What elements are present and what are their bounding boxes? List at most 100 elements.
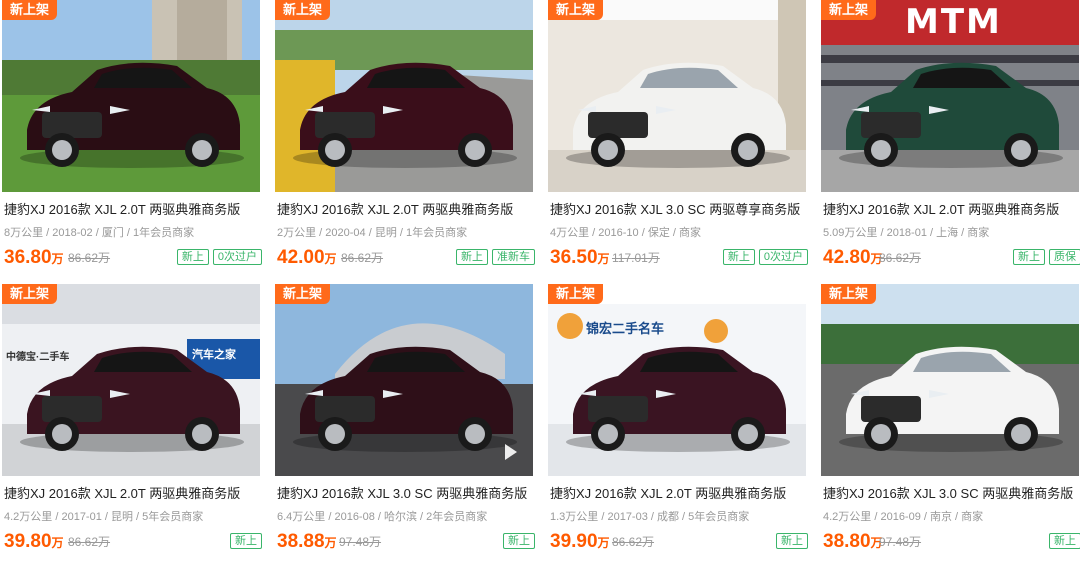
listing-card[interactable]: 新上架捷豹XJ 2016款 XJL 3.0 SC 两驱尊享商务版 4万公里 / 2… xyxy=(548,0,808,280)
new-listing-tag: 新上架 xyxy=(2,0,58,20)
listing-title[interactable]: 捷豹XJ 2016款 XJL 2.0T 两驱典雅商务版 xyxy=(823,201,1079,219)
listing-card[interactable]: 锦宏二手名车 新上架捷豹XJ 2016款 XJL 2.0T 两驱典雅商务版 1.3万… xyxy=(548,284,808,564)
price-row: 39.80万 86.62万 新上 xyxy=(4,530,262,554)
original-price: 97.48万 xyxy=(339,535,382,549)
car-photo[interactable] xyxy=(548,284,806,476)
video-play-icon[interactable] xyxy=(505,444,517,460)
listing-card[interactable]: 新上架捷豹XJ 2016款 XJL 3.0 SC 两驱典雅商务版 6.4万公里 /… xyxy=(275,284,535,564)
listing-badge: 新上 xyxy=(230,533,262,549)
new-listing-tag: 新上架 xyxy=(275,284,331,304)
listing-title[interactable]: 捷豹XJ 2016款 XJL 2.0T 两驱典雅商务版 xyxy=(4,201,260,219)
price-unit: 万 xyxy=(324,536,337,550)
new-listing-tag: 新上架 xyxy=(548,284,604,304)
new-listing-tag: 新上架 xyxy=(821,0,877,20)
listing-photo[interactable]: MTM 新上架 xyxy=(821,0,1079,192)
listing-price: 42.80万 xyxy=(823,246,883,271)
car-photo[interactable] xyxy=(2,0,260,192)
badge-group: 新上 xyxy=(776,533,808,549)
listing-meta: 4.2万公里 / 2017-01 / 昆明 / 5年会员商家 xyxy=(4,511,204,523)
listing-meta: 4万公里 / 2016-10 / 保定 / 商家 xyxy=(550,227,701,239)
listing-badge: 质保 xyxy=(1049,249,1080,265)
car-photo[interactable] xyxy=(821,284,1079,476)
listing-badge: 准新车 xyxy=(492,249,535,265)
price-row: 42.80万 86.62万 新上 质保 xyxy=(823,246,1080,270)
price-value: 36.50 xyxy=(550,247,598,268)
listing-title[interactable]: 捷豹XJ 2016款 XJL 2.0T 两驱典雅商务版 xyxy=(550,485,806,503)
listing-photo[interactable]: 锦宏二手名车 新上架 xyxy=(548,284,806,476)
listing-meta: 2万公里 / 2020-04 / 昆明 / 1年会员商家 xyxy=(277,227,468,239)
price-unit: 万 xyxy=(597,252,610,266)
listing-title[interactable]: 捷豹XJ 2016款 XJL 2.0T 两驱典雅商务版 xyxy=(4,485,260,503)
listing-photo[interactable]: 新上架 xyxy=(275,284,533,476)
listing-badge: 新上 xyxy=(456,249,488,265)
price-row: 36.50万 117.01万 新上 0次过户 xyxy=(550,246,808,270)
car-photo[interactable] xyxy=(548,0,806,192)
listing-badge: 新上 xyxy=(1049,533,1080,549)
price-value: 42.80 xyxy=(823,247,871,268)
listing-badge: 0次过户 xyxy=(212,249,262,265)
listing-badge: 新上 xyxy=(503,533,535,549)
badge-group: 新上 0次过户 xyxy=(176,249,262,265)
listing-badge: 0次过户 xyxy=(758,249,808,265)
dealer-wall-text: 锦宏二手名车 xyxy=(586,321,665,336)
price-row: 39.90万 86.62万 新上 xyxy=(550,530,808,554)
price-unit: 万 xyxy=(51,536,64,550)
badge-group: 新上 xyxy=(503,533,535,549)
listing-photo[interactable]: 新上架 xyxy=(275,0,533,192)
listing-meta: 8万公里 / 2018-02 / 厦门 / 1年会员商家 xyxy=(4,227,195,239)
badge-group: 新上 准新车 xyxy=(456,249,535,265)
new-listing-tag: 新上架 xyxy=(821,284,877,304)
price-value: 39.90 xyxy=(550,531,598,552)
listing-title[interactable]: 捷豹XJ 2016款 XJL 3.0 SC 两驱尊享商务版 xyxy=(550,201,806,219)
badge-group: 新上 xyxy=(1049,533,1080,549)
listing-price: 36.50万 xyxy=(550,246,610,271)
price-value: 39.80 xyxy=(4,531,52,552)
listing-meta: 5.09万公里 / 2018-01 / 上海 / 商家 xyxy=(823,227,990,239)
listing-price: 39.80万 xyxy=(4,530,64,555)
listing-badge: 新上 xyxy=(776,533,808,549)
original-price: 86.62万 xyxy=(68,251,111,265)
listing-price: 38.80万 xyxy=(823,530,883,555)
listing-card[interactable]: MTM 新上架捷豹XJ 2016款 XJL 2.0T 两驱典雅商务版 5.09万公里… xyxy=(821,0,1080,280)
original-price: 86.62万 xyxy=(879,251,922,265)
listing-photo[interactable]: 新上架 xyxy=(2,0,260,192)
car-photo[interactable] xyxy=(2,284,260,476)
price-value: 36.80 xyxy=(4,247,52,268)
listing-card[interactable]: 中德宝·二手车 汽车之家 新上架捷豹XJ 2016款 XJL 2.0T 两驱典雅商务… xyxy=(2,284,262,564)
price-value: 42.00 xyxy=(277,247,325,268)
listing-title[interactable]: 捷豹XJ 2016款 XJL 3.0 SC 两驱典雅商务版 xyxy=(277,485,533,503)
listing-price: 39.90万 xyxy=(550,530,610,555)
listing-photo[interactable]: 新上架 xyxy=(548,0,806,192)
listing-price: 42.00万 xyxy=(277,246,337,271)
price-value: 38.80 xyxy=(823,531,871,552)
original-price: 86.62万 xyxy=(612,535,655,549)
car-photo[interactable] xyxy=(275,284,533,476)
listing-price: 38.88万 xyxy=(277,530,337,555)
listing-title[interactable]: 捷豹XJ 2016款 XJL 2.0T 两驱典雅商务版 xyxy=(277,201,533,219)
listing-price: 36.80万 xyxy=(4,246,64,271)
listing-meta: 1.3万公里 / 2017-03 / 成都 / 5年会员商家 xyxy=(550,511,750,523)
original-price: 117.01万 xyxy=(612,251,660,265)
price-row: 38.80万 97.48万 新上 xyxy=(823,530,1080,554)
price-unit: 万 xyxy=(51,252,64,266)
listing-title[interactable]: 捷豹XJ 2016款 XJL 3.0 SC 两驱典雅商务版 xyxy=(823,485,1079,503)
price-row: 42.00万 86.62万 新上 准新车 xyxy=(277,246,535,270)
listing-photo[interactable]: 中德宝·二手车 汽车之家 新上架 xyxy=(2,284,260,476)
listing-badge: 新上 xyxy=(722,249,755,265)
original-price: 86.62万 xyxy=(68,535,111,549)
original-price: 86.62万 xyxy=(341,251,384,265)
dealer-sign-text: MTM xyxy=(905,2,1002,42)
listing-grid: 新上架 捷豹XJ 2016款 XJL 2.0T 两驱典雅商务版 8万公里 / 201… xyxy=(0,0,1080,561)
listing-card[interactable]: 新上架捷豹XJ 2016款 XJL 2.0T 两驱典雅商务版 2万公里 / 202… xyxy=(275,0,535,280)
listing-photo[interactable]: 新上架 xyxy=(821,284,1079,476)
price-row: 36.80万 86.62万 新上 0次过户 xyxy=(4,246,262,270)
listing-meta: 6.4万公里 / 2016-08 / 哈尔滨 / 2年会员商家 xyxy=(277,511,488,523)
listing-card[interactable]: 新上架捷豹XJ 2016款 XJL 3.0 SC 两驱典雅商务版 4.2万公里 /… xyxy=(821,284,1080,564)
listing-badge: 新上 xyxy=(176,249,209,265)
car-photo[interactable] xyxy=(275,0,533,192)
listing-card[interactable]: 新上架捷豹XJ 2016款 XJL 2.0T 两驱典雅商务版 8万公里 / 201… xyxy=(2,0,262,280)
listing-meta: 4.2万公里 / 2016-09 / 南京 / 商家 xyxy=(823,511,984,523)
badge-group: 新上 xyxy=(230,533,262,549)
listing-badge: 新上 xyxy=(1013,249,1045,265)
badge-group: 新上 0次过户 xyxy=(722,249,808,265)
